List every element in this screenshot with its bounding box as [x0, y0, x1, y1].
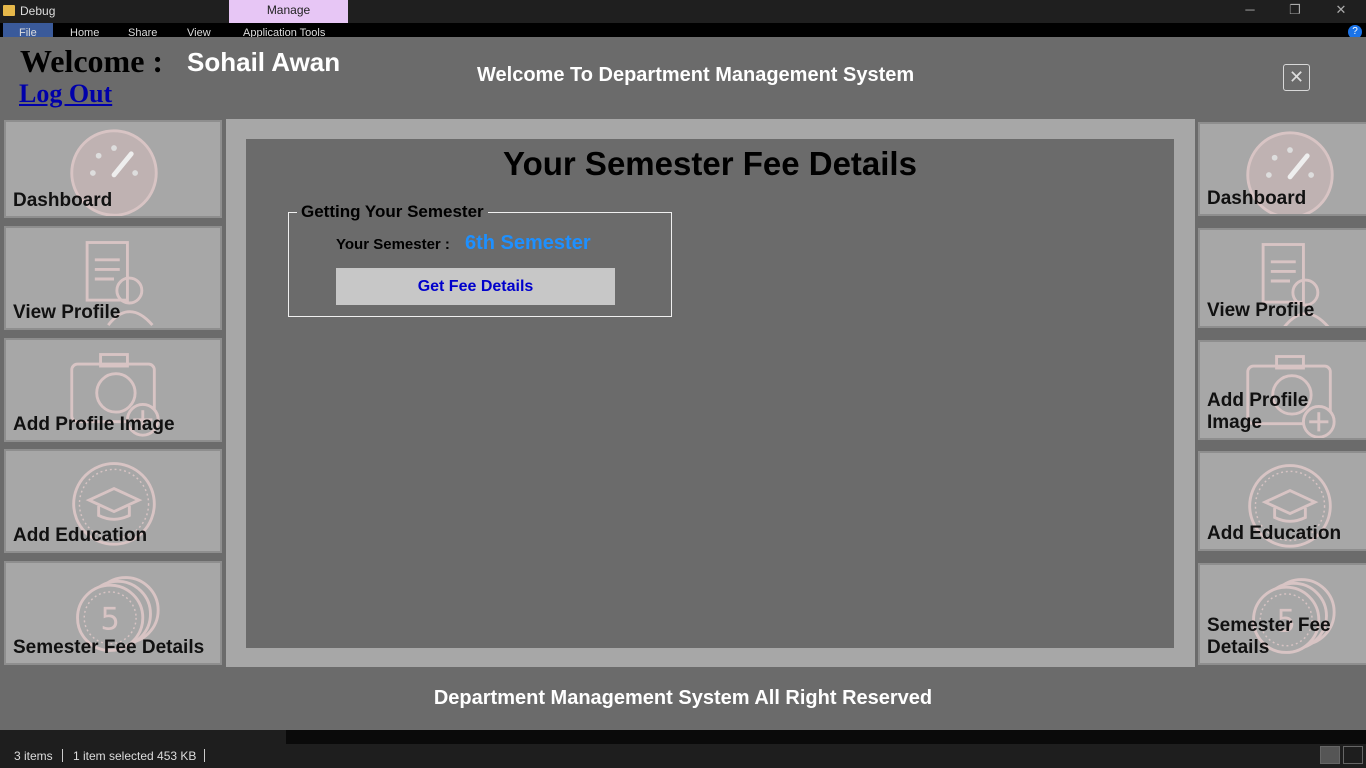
nav-semester-fee-details[interactable]: 5 Semester Fee Details	[4, 561, 222, 665]
groupbox-title: Getting Your Semester	[297, 202, 488, 222]
nav-semester-fee-details-label: Semester Fee Details	[13, 637, 205, 658]
details-view-icon[interactable]	[1320, 746, 1340, 764]
tab-file[interactable]: File	[19, 27, 37, 37]
logout-link[interactable]: Log Out	[19, 79, 112, 109]
nav-add-education-right[interactable]: Add Education	[1198, 451, 1366, 551]
nav-view-profile-right-label: View Profile	[1207, 300, 1315, 321]
nav-add-profile-image-right-label: Add Profile Image	[1207, 390, 1309, 433]
large-icons-view-icon[interactable]	[1343, 746, 1363, 764]
status-selection: 1 item selected 453 KB	[73, 749, 197, 763]
welcome-label: Welcome :	[20, 43, 164, 79]
semester-value: 6th Semester	[465, 232, 591, 254]
app-window: Welcome : Sohail Awan Log Out Welcome To…	[0, 37, 1366, 730]
help-icon[interactable]: ?	[1348, 25, 1362, 37]
minimize-icon[interactable]: ─	[1230, 2, 1270, 20]
tab-home[interactable]: Home	[70, 27, 99, 37]
semester-label: Your Semester :	[336, 236, 450, 253]
folder-icon	[3, 5, 15, 16]
svg-text:5: 5	[100, 601, 120, 637]
restore-icon[interactable]: ❐	[1275, 2, 1315, 20]
nav-add-profile-image-right[interactable]: Add Profile Image	[1198, 340, 1366, 440]
main-frame: Your Semester Fee Details Getting Your S…	[226, 119, 1195, 667]
explorer-titlebar: Debug Manage ─ ❐ ✕	[0, 0, 1366, 23]
tab-application-tools[interactable]: Application Tools	[243, 27, 325, 37]
close-app-button[interactable]: ✕	[1283, 64, 1310, 91]
system-title: Welcome To Department Management System	[477, 64, 915, 86]
user-name: Sohail Awan	[187, 47, 341, 77]
page-title: Your Semester Fee Details	[503, 145, 917, 182]
footer-text: Department Management System All Right R…	[433, 687, 933, 709]
nav-view-profile[interactable]: View Profile	[4, 226, 222, 330]
nav-add-profile-image-label: Add Profile Image	[13, 414, 175, 435]
nav-view-profile-right[interactable]: View Profile	[1198, 228, 1366, 328]
status-divider	[62, 749, 63, 762]
nav-add-education-label: Add Education	[13, 525, 148, 546]
nav-semester-fee-details-right[interactable]: 5 Semester Fee Details	[1198, 563, 1366, 665]
nav-add-education[interactable]: Add Education	[4, 449, 222, 553]
nav-dashboard[interactable]: Dashboard	[4, 120, 222, 218]
status-divider	[204, 749, 205, 762]
window-title: Debug	[20, 4, 56, 18]
status-strip	[286, 730, 1366, 744]
ribbon-tabs: File Home Share View Application Tools ?	[0, 23, 1366, 37]
tab-share[interactable]: Share	[128, 27, 157, 37]
tab-view[interactable]: View	[187, 27, 211, 37]
nav-add-education-right-label: Add Education	[1207, 523, 1342, 544]
tab-manage[interactable]: Manage	[229, 0, 348, 23]
get-fee-details-button[interactable]: Get Fee Details	[336, 268, 615, 305]
nav-dashboard-right[interactable]: Dashboard	[1198, 122, 1366, 216]
close-window-icon[interactable]: ✕	[1321, 2, 1361, 20]
nav-semester-fee-details-right-label: Semester Fee Details	[1207, 615, 1331, 658]
explorer-statusbar: 3 items 1 item selected 453 KB	[0, 730, 1366, 768]
nav-view-profile-label: View Profile	[13, 302, 121, 323]
status-item-count: 3 items	[14, 749, 53, 763]
nav-dashboard-right-label: Dashboard	[1207, 188, 1307, 209]
semester-groupbox: Getting Your Semester Your Semester : 6t…	[288, 202, 672, 317]
nav-dashboard-label: Dashboard	[13, 190, 113, 211]
content-panel: Your Semester Fee Details Getting Your S…	[246, 139, 1174, 648]
nav-add-profile-image[interactable]: Add Profile Image	[4, 338, 222, 442]
